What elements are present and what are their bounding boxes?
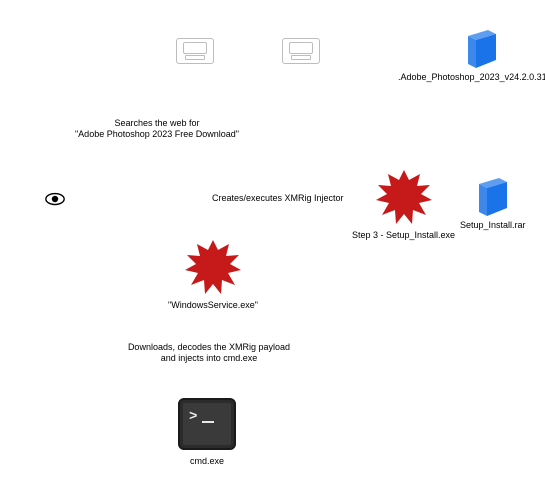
search-description: Searches the web for "Adobe Photoshop 20… <box>65 116 249 142</box>
cmd-exe: cmd.exe <box>178 398 236 466</box>
search-text-line2: "Adobe Photoshop 2023 Free Download" <box>67 129 247 140</box>
inject-description: Downloads, decodes the XMRig payload and… <box>112 340 306 366</box>
rar-setup-label: Setup_Install.rar <box>460 220 526 230</box>
malware-icon <box>183 238 243 298</box>
search-text-line1: Searches the web for <box>67 118 247 129</box>
observer <box>44 188 66 210</box>
archive-icon <box>473 178 513 218</box>
archive-icon <box>462 30 502 70</box>
setup-exe-label: Step 3 - Setup_Install.exe <box>352 230 455 240</box>
cmd-label: cmd.exe <box>190 456 224 466</box>
software-box-1 <box>176 38 214 64</box>
software-box-2 <box>282 38 320 64</box>
inject-text-line2: and injects into cmd.exe <box>114 353 304 364</box>
creates-executes-label: Creates/executes XMRig Injector <box>212 193 344 204</box>
malware-windowsservice: "WindowsService.exe" <box>168 238 258 310</box>
rar-setup: Setup_Install.rar <box>460 178 526 230</box>
malware-icon <box>374 168 434 228</box>
eye-icon <box>44 188 66 210</box>
rar-photoshop: .Adobe_Photoshop_2023_v24.2.0.315.rar <box>398 30 545 82</box>
terminal-icon <box>178 398 236 450</box>
package-box-icon <box>176 38 214 64</box>
windowsservice-label: "WindowsService.exe" <box>168 300 258 310</box>
rar-photoshop-label: .Adobe_Photoshop_2023_v24.2.0.315.rar <box>398 72 545 82</box>
package-box-icon <box>282 38 320 64</box>
malware-setup-exe: Step 3 - Setup_Install.exe <box>352 168 455 240</box>
inject-text-line1: Downloads, decodes the XMRig payload <box>114 342 304 353</box>
